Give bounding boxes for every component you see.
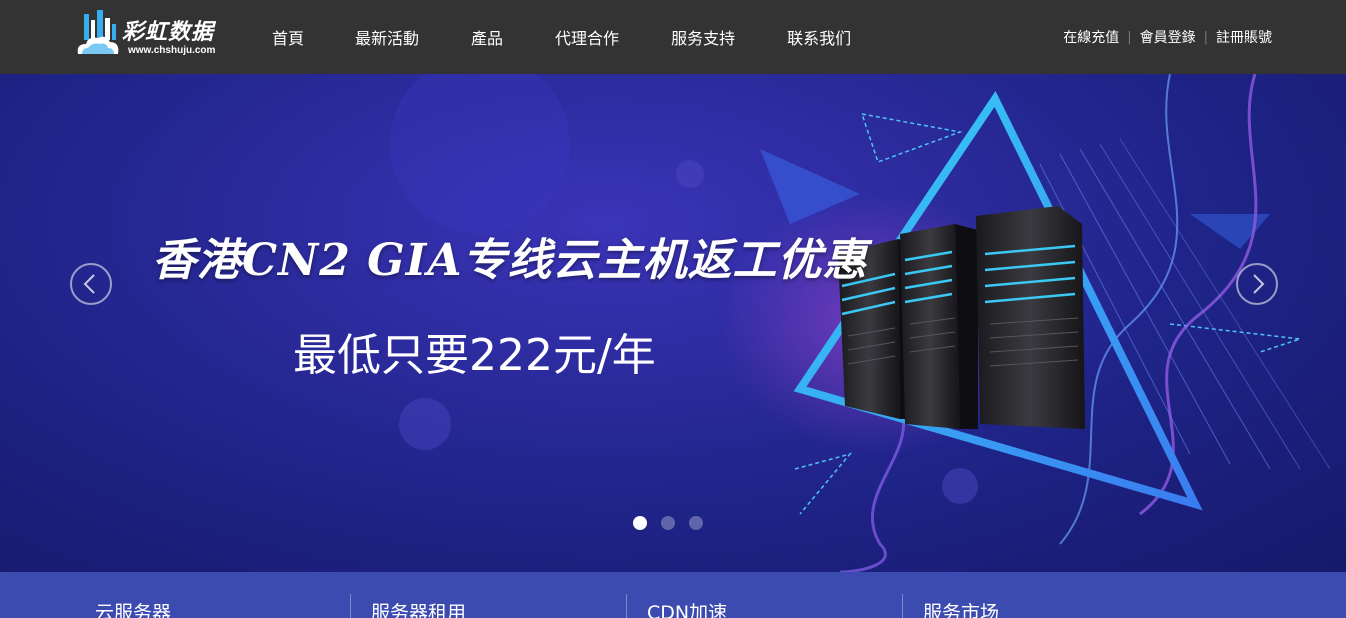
chevron-left-icon bbox=[83, 274, 95, 294]
nav-partners[interactable]: 代理合作 bbox=[555, 25, 619, 49]
user-link-divider: | bbox=[1203, 29, 1208, 45]
category-cloud-server[interactable]: 云服务器 bbox=[95, 598, 171, 618]
category-cdn[interactable]: CDN加速 bbox=[647, 598, 727, 618]
category-bar: 云服务器 服务器租用 CDN加速 服务市场 bbox=[0, 572, 1346, 618]
user-links: 在線充值 | 會員登錄 | 註冊賬號 bbox=[1063, 0, 1272, 74]
banner-headline: 香港CN2 GIA专线云主机返工优惠 bbox=[152, 235, 868, 286]
top-header: 彩虹数据 www.chshuju.com 首頁 最新活動 產品 代理合作 服务支… bbox=[0, 0, 1346, 74]
user-link-divider: | bbox=[1127, 29, 1132, 45]
category-service-market[interactable]: 服务市场 bbox=[923, 598, 999, 618]
banner-artwork bbox=[390, 74, 1331, 572]
hero-carousel[interactable]: 香港CN2 GIA专线云主机返工优惠 最低只要222元/年 bbox=[0, 74, 1346, 572]
logo-url: www.chshuju.com bbox=[128, 45, 216, 56]
nav-support[interactable]: 服务支持 bbox=[671, 25, 735, 49]
category-server-rental[interactable]: 服务器租用 bbox=[371, 598, 466, 618]
nav-latest-events[interactable]: 最新活動 bbox=[355, 25, 419, 49]
chevron-right-icon bbox=[1253, 274, 1265, 294]
register-link[interactable]: 註冊賬號 bbox=[1216, 27, 1272, 47]
city-cloud-icon bbox=[77, 10, 119, 54]
recharge-link[interactable]: 在線充值 bbox=[1063, 27, 1119, 47]
carousel-dot-1[interactable] bbox=[633, 516, 647, 530]
banner-price: 最低只要222元/年 bbox=[293, 330, 656, 381]
site-logo[interactable]: 彩虹数据 www.chshuju.com bbox=[74, 10, 226, 62]
login-link[interactable]: 會員登錄 bbox=[1140, 27, 1196, 47]
carousel-dot-3[interactable] bbox=[689, 516, 703, 530]
logo-text: 彩虹数据 bbox=[122, 19, 215, 45]
carousel-dot-2[interactable] bbox=[661, 516, 675, 530]
main-nav: 首頁 最新活動 產品 代理合作 服务支持 联系我们 bbox=[272, 0, 851, 74]
carousel-prev-button[interactable] bbox=[70, 263, 112, 305]
category-divider bbox=[350, 594, 351, 618]
nav-home[interactable]: 首頁 bbox=[272, 25, 304, 49]
category-divider bbox=[626, 594, 627, 618]
nav-contact[interactable]: 联系我们 bbox=[787, 25, 851, 49]
category-divider bbox=[902, 594, 903, 618]
nav-products[interactable]: 產品 bbox=[471, 25, 503, 49]
carousel-indicators bbox=[633, 516, 717, 530]
carousel-next-button[interactable] bbox=[1236, 263, 1278, 305]
